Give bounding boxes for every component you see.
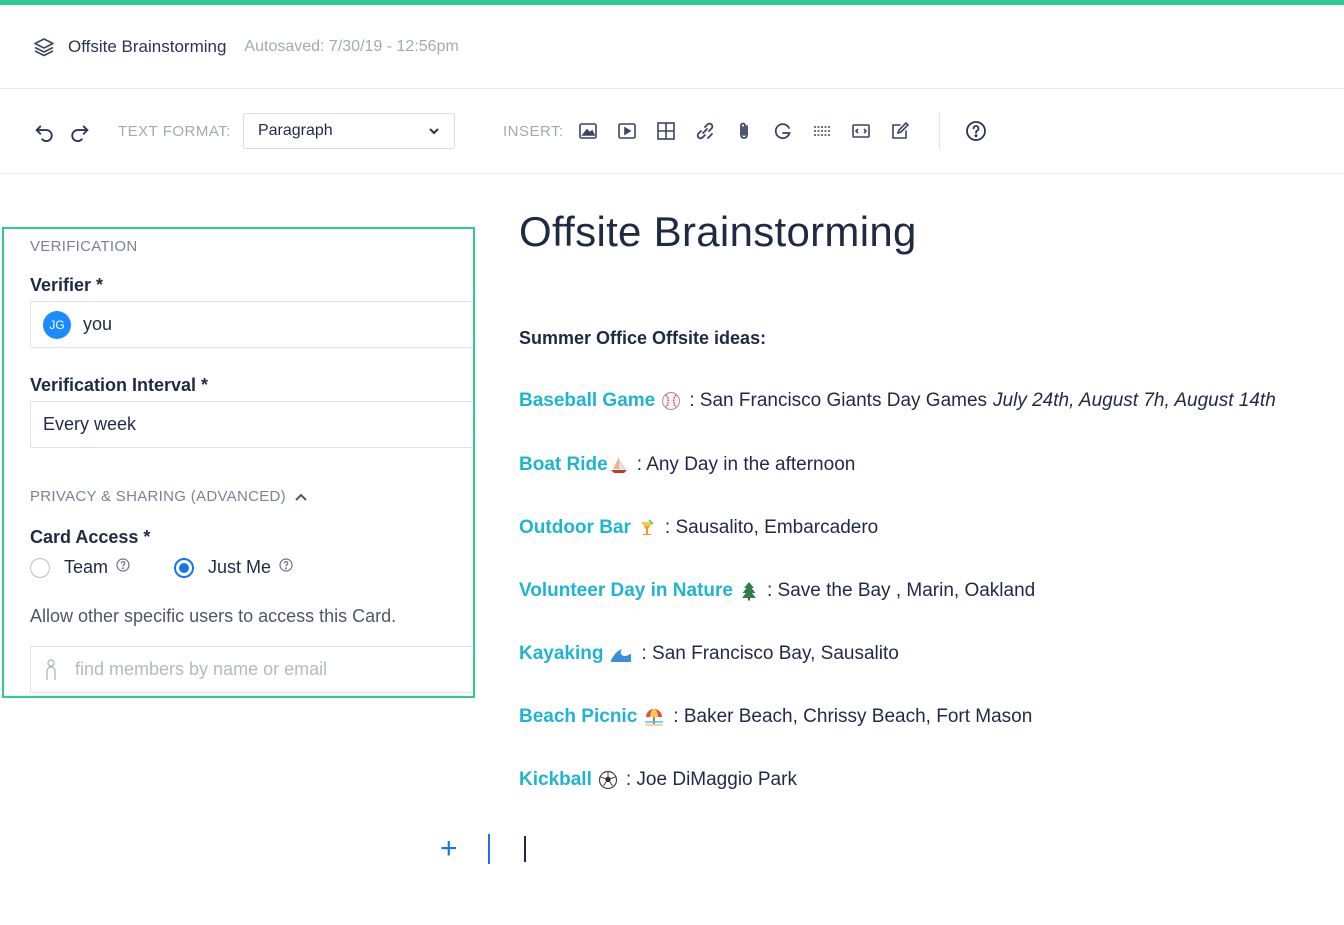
beach-umbrella-icon <box>645 709 664 726</box>
idea-name[interactable]: Kayaking <box>519 643 603 665</box>
idea-detail: : Any Day in the afternoon <box>636 454 856 475</box>
idea-name[interactable]: Baseball Game <box>519 390 655 412</box>
verification-panel: VERIFICATION Verifier * JG you Verificat… <box>2 227 475 698</box>
table-icon <box>656 122 675 140</box>
paperclip-icon <box>739 122 748 139</box>
document-subheading: Summer Office Offsite ideas: <box>519 328 767 348</box>
document-heading: Offsite Brainstorming <box>519 208 917 255</box>
idea-detail: : Save the Bay , Marin, Oakland <box>766 580 1036 601</box>
card-access-label: Card Access * <box>30 527 151 547</box>
help-icon <box>279 557 293 572</box>
text-format-label: TEXT FORMAT: <box>118 122 231 140</box>
tropical-drink-icon <box>640 519 654 535</box>
editor-toolbar: TEXT FORMAT: Paragraph INSERT: <box>0 89 1344 174</box>
edit-box-icon <box>891 121 909 139</box>
insert-attachment-button[interactable] <box>732 119 756 143</box>
list-item: Outdoor Bar : Sausalito, Embarcadero <box>519 517 878 539</box>
insert-code-button[interactable] <box>849 119 873 143</box>
radio-team-label: Team <box>64 557 109 577</box>
baseball-icon <box>662 392 681 410</box>
idea-name[interactable]: Beach Picnic <box>519 706 637 728</box>
list-item: Kayaking : San Francisco Bay, Sausalito <box>519 643 899 665</box>
undo-icon <box>35 125 53 142</box>
insert-divider-button[interactable] <box>810 119 834 143</box>
radio-team-circle <box>30 557 50 578</box>
idea-name[interactable]: Kickball <box>519 769 592 791</box>
insert-label: INSERT: <box>502 122 564 140</box>
block-insert-row: + <box>440 832 526 866</box>
verifier-field[interactable]: JG you <box>30 301 473 348</box>
text-format-select[interactable]: Paragraph <box>242 113 455 149</box>
card-access-options: Team Just Me <box>30 557 293 578</box>
toolbar-divider <box>938 112 940 150</box>
idea-detail: : Baker Beach, Chrissy Beach, Fort Mason <box>673 706 1033 727</box>
privacy-sharing-toggle[interactable]: PRIVACY & SHARING (ADVANCED) <box>30 488 308 505</box>
autosaved-status: Autosaved: 7/30/19 - 12:56pm <box>244 37 459 55</box>
insert-image-button[interactable] <box>576 119 600 143</box>
soccer-ball-icon <box>598 770 617 790</box>
undo-button[interactable] <box>32 119 56 143</box>
idea-name[interactable]: Boat Ride <box>519 454 608 476</box>
layers-icon <box>34 37 54 56</box>
verification-interval-field[interactable]: Every week <box>30 401 473 448</box>
video-icon <box>617 123 636 139</box>
verification-interval-label: Verification Interval * <box>30 375 209 395</box>
avatar: JG <box>43 310 71 339</box>
divider-icon <box>813 126 830 136</box>
member-search-field[interactable] <box>30 646 473 693</box>
help-icon <box>965 121 986 141</box>
help-button[interactable] <box>964 119 988 143</box>
privacy-caption: PRIVACY & SHARING (ADVANCED) <box>30 488 286 505</box>
header: Offsite Brainstorming Autosaved: 7/30/19… <box>0 5 1344 89</box>
verifier-value: you <box>83 314 113 334</box>
list-item: Volunteer Day in Nature : Save the Bay ,… <box>519 580 1035 602</box>
sailboat-icon <box>610 457 627 473</box>
insert-video-button[interactable] <box>615 119 639 143</box>
verification-caption: VERIFICATION <box>30 238 138 255</box>
chevron-up-icon <box>295 493 307 501</box>
redo-button[interactable] <box>68 119 92 143</box>
add-block-button[interactable]: + <box>440 832 464 866</box>
insert-form-button[interactable] <box>888 119 912 143</box>
list-item: Boat Ride : Any Day in the afternoon <box>519 454 855 476</box>
chevron-down-icon <box>429 128 439 135</box>
insert-table-button[interactable] <box>654 119 678 143</box>
water-wave-icon <box>611 648 632 662</box>
link-icon <box>696 122 713 140</box>
idea-name[interactable]: Volunteer Day in Nature <box>519 580 733 602</box>
doc-title: Offsite Brainstorming <box>68 36 227 56</box>
verification-interval-value: Every week <box>43 414 137 434</box>
member-search-input[interactable] <box>75 659 455 680</box>
evergreen-tree-icon <box>741 582 756 601</box>
code-block-icon <box>851 124 870 138</box>
radio-team[interactable]: Team <box>30 557 130 578</box>
list-item: Baseball Game : San Francisco Giants Day… <box>519 390 1276 412</box>
idea-detail: : Joe DiMaggio Park <box>625 769 797 790</box>
idea-detail: : Sausalito, Embarcadero <box>664 517 879 538</box>
redo-icon <box>71 125 89 142</box>
idea-name[interactable]: Outdoor Bar <box>519 517 631 539</box>
insert-link-button[interactable] <box>693 119 717 143</box>
refresh-g-icon <box>774 123 791 140</box>
text-format-value: Paragraph <box>257 122 333 139</box>
insert-embed-button[interactable] <box>771 119 795 143</box>
radio-just-me-label: Just Me <box>208 557 272 577</box>
idea-detail: : San Francisco Giants Day Games <box>689 390 988 411</box>
help-icon <box>116 557 130 572</box>
image-icon <box>578 123 597 139</box>
idea-dates: July 24th, August 7h, August 14th <box>993 390 1276 411</box>
block-drag-handle[interactable] <box>488 834 490 864</box>
idea-detail: : San Francisco Bay, Sausalito <box>641 643 899 664</box>
allow-users-text: Allow other specific users to access thi… <box>30 606 397 626</box>
radio-just-me[interactable]: Just Me <box>174 557 293 578</box>
verifier-label: Verifier * <box>30 275 104 295</box>
person-icon <box>46 658 56 680</box>
radio-just-me-circle <box>174 557 195 578</box>
text-caret <box>524 836 526 862</box>
list-item: Beach Picnic : Baker Beach, Chrissy Beac… <box>519 706 1032 728</box>
list-item: Kickball : Joe DiMaggio Park <box>519 769 797 791</box>
